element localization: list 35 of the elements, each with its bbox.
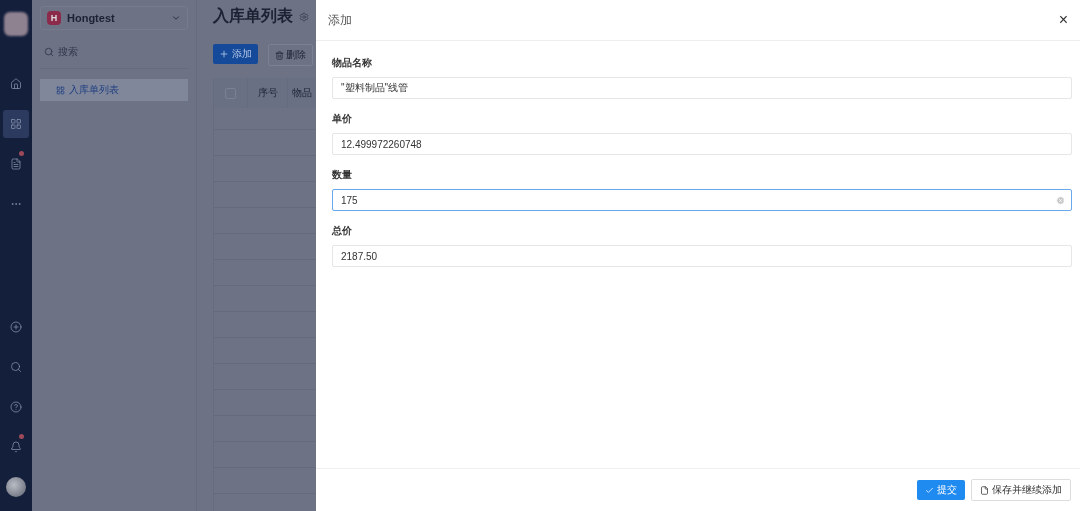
- workspace-avatar[interactable]: [4, 12, 28, 36]
- submit-button[interactable]: 提交: [917, 480, 965, 500]
- input-field[interactable]: 12.499972260748: [332, 133, 1072, 155]
- plus-icon: [219, 49, 229, 59]
- settings-icon[interactable]: [299, 11, 309, 22]
- help-icon: [10, 401, 22, 413]
- check-icon: [925, 485, 934, 495]
- field-label: 单价: [332, 113, 353, 126]
- app-selector[interactable]: H Hongtest: [40, 6, 188, 30]
- close-button[interactable]: ×: [1058, 11, 1068, 29]
- rail-button[interactable]: [3, 110, 29, 138]
- chevron-down-icon: [171, 13, 181, 23]
- search-icon: [10, 361, 22, 373]
- trash-icon: [275, 50, 284, 60]
- grid-icon: [56, 85, 65, 95]
- home-icon: [10, 78, 22, 90]
- input-field[interactable]: "塑料制品"线管: [332, 77, 1072, 99]
- add-button[interactable]: 添加: [213, 44, 258, 64]
- bell-icon: [10, 441, 22, 453]
- grid-icon: [10, 118, 22, 130]
- input-field[interactable]: 2187.50: [332, 245, 1072, 267]
- field-label: 总价: [332, 225, 353, 238]
- input-field[interactable]: 175: [332, 189, 1072, 211]
- drawer-title: 添加: [328, 11, 352, 29]
- add-icon: [10, 321, 22, 333]
- search-icon: [44, 47, 54, 57]
- user-avatar[interactable]: [6, 477, 26, 497]
- document-icon: [10, 158, 22, 170]
- field-label: 物品名称: [332, 57, 373, 70]
- file-icon: [980, 485, 989, 495]
- clear-icon[interactable]: [1056, 195, 1065, 205]
- save-continue-button[interactable]: 保存并继续添加: [971, 479, 1071, 501]
- page-title: 入库单列表: [213, 6, 293, 26]
- field-label: 数量: [332, 169, 353, 182]
- column-header: 序号: [248, 78, 288, 108]
